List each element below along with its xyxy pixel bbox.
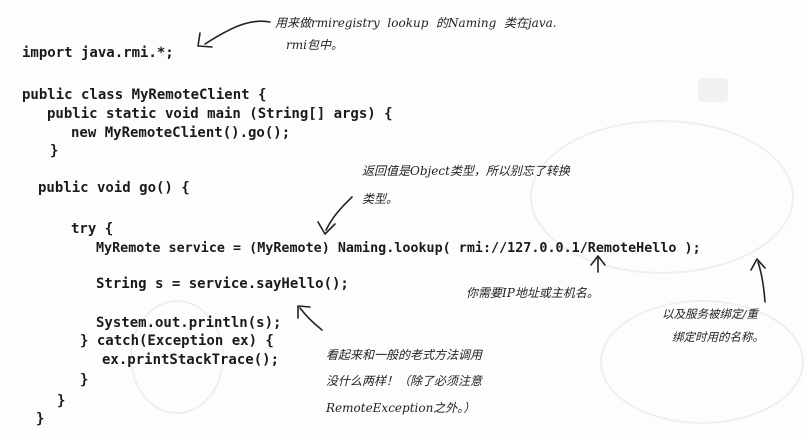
arrow-to-print (299, 307, 323, 331)
book-page: import java.rmi.*; public class MyRemote… (0, 0, 807, 440)
arrow-to-cast (325, 196, 353, 231)
arrow-to-import (204, 20, 271, 45)
annotation-arrows (197, 20, 766, 331)
